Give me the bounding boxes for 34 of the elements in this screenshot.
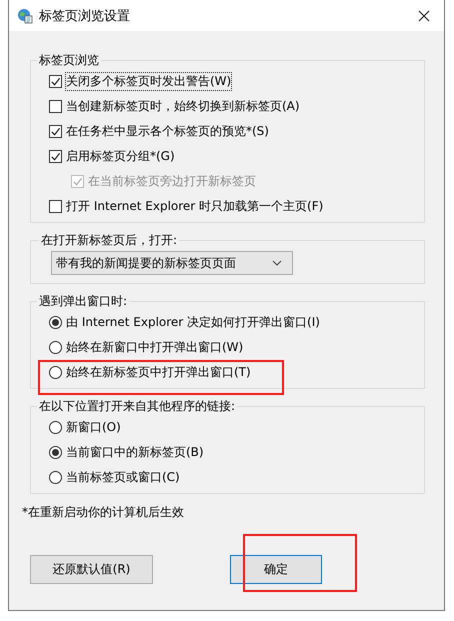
globe-icon [17, 8, 33, 24]
checkbox[interactable] [49, 150, 62, 163]
checkbox-label[interactable]: 当创建新标签页时，始终切换到新标签页(A) [66, 98, 300, 115]
radio-button[interactable] [49, 341, 62, 354]
checkbox-label[interactable]: 打开 Internet Explorer 时只加载第一个主页(F) [66, 198, 324, 215]
radio-button[interactable] [49, 421, 62, 434]
close-icon[interactable] [418, 10, 430, 22]
group-title: 遇到弹出窗口时: [38, 294, 128, 308]
radio-label[interactable]: 新窗口(O) [66, 419, 121, 436]
radio-label[interactable]: 始终在新标签页中打开弹出窗口(T) [66, 364, 251, 381]
radio-button[interactable] [49, 316, 62, 329]
radio-button[interactable] [49, 471, 62, 484]
group-title: 在打开新标签页后，打开: [40, 233, 178, 247]
checkbox[interactable] [49, 75, 62, 88]
checkbox-label[interactable]: 在任务栏中显示各个标签页的预览*(S) [66, 123, 269, 140]
group-title: 标签页浏览 [38, 53, 100, 67]
dialog-button[interactable]: 还原默认值(R) [30, 555, 153, 584]
checkbox[interactable] [49, 100, 62, 113]
radio-button[interactable] [49, 366, 62, 379]
radio-label[interactable]: 当前标签页或窗口(C) [66, 469, 180, 486]
checkbox-label[interactable]: 启用标签页分组*(G) [66, 148, 175, 165]
radio-label[interactable]: 由 Internet Explorer 决定如何打开弹出窗口(I) [66, 314, 320, 331]
checkbox-label[interactable]: 关闭多个标签页时发出警告(W) [66, 73, 232, 90]
footnote: *在重新启动你的计算机后生效 [22, 504, 185, 521]
chevron-down-icon [272, 260, 282, 266]
checkbox[interactable] [49, 125, 62, 138]
radio-label[interactable]: 始终在新窗口中打开弹出窗口(W) [66, 339, 244, 356]
dialog-button[interactable]: 确定 [230, 555, 322, 584]
window-title: 标签页浏览设置 [39, 8, 131, 24]
dropdown[interactable]: 带有我的新闻提要的新标签页页面 [51, 251, 293, 275]
group-title: 在以下位置打开来自其他程序的链接: [38, 399, 236, 413]
radio-button[interactable] [49, 446, 62, 459]
checkbox[interactable] [49, 200, 62, 213]
radio-label[interactable]: 当前窗口中的新标签页(B) [66, 444, 204, 461]
